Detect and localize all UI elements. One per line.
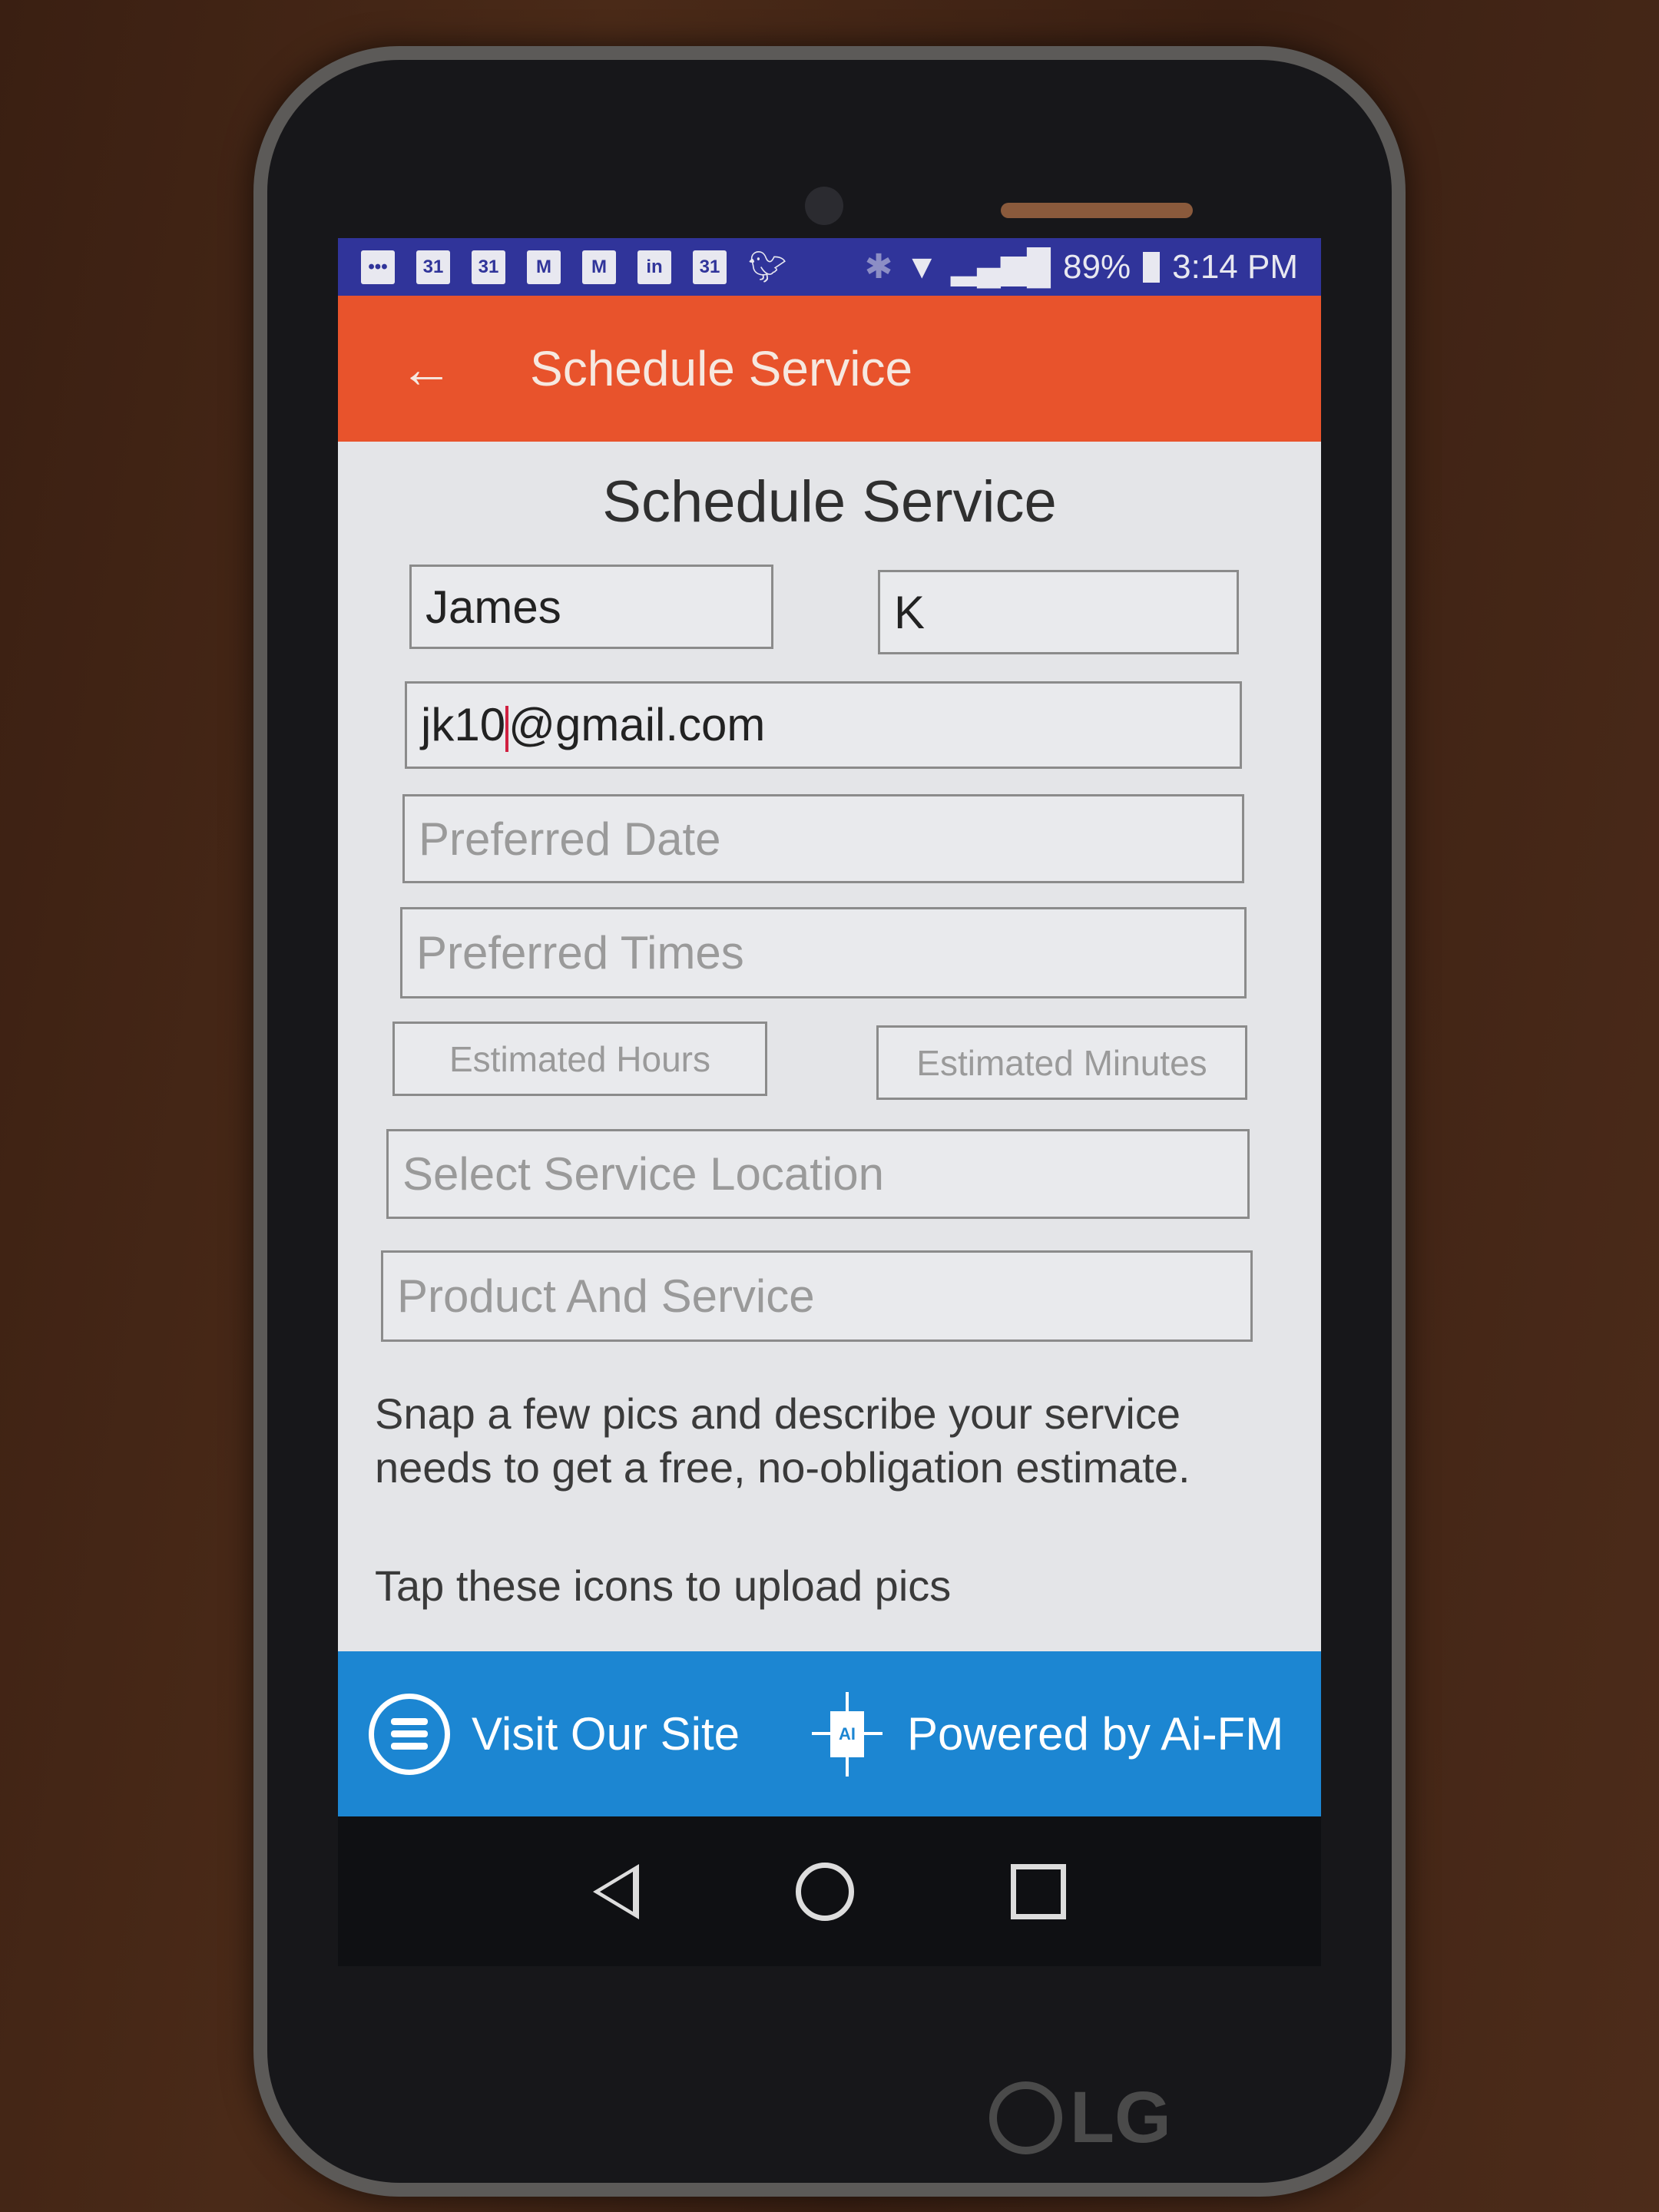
navigation-bar <box>338 1816 1321 1966</box>
gmail-icon: M <box>527 250 561 284</box>
estimate-description: Snap a few pics and describe your servic… <box>375 1389 1190 1492</box>
last-name-input[interactable]: K <box>878 570 1239 654</box>
app-bar-title: Schedule Service <box>530 341 913 396</box>
preferred-date-placeholder: Preferred Date <box>419 813 721 865</box>
service-location-placeholder: Select Service Location <box>402 1148 885 1200</box>
last-name-value: K <box>894 586 926 638</box>
email-input[interactable]: jk10@gmail.com <box>405 681 1242 769</box>
visit-site-label: Visit Our Site <box>472 1708 740 1760</box>
calendar-icon: 31 <box>693 250 727 284</box>
battery-icon <box>1143 251 1161 283</box>
powered-by-button[interactable]: AI Powered by Ai-FM <box>809 1691 1284 1777</box>
lg-logo: LG <box>989 2076 1171 2160</box>
gmail-icon: M <box>582 250 616 284</box>
bluetooth-icon: ✱ <box>864 248 893 286</box>
estimated-hours-input[interactable]: Estimated Hours <box>392 1022 767 1096</box>
home-nav-icon[interactable] <box>796 1862 854 1921</box>
twitter-icon: 🐦︎ <box>748 250 787 284</box>
powered-by-label: Powered by Ai-FM <box>907 1708 1284 1760</box>
calendar-icon: 31 <box>416 250 450 284</box>
service-location-select[interactable]: Select Service Location <box>386 1129 1250 1219</box>
estimated-minutes-placeholder: Estimated Minutes <box>916 1042 1207 1083</box>
preferred-date-input[interactable]: Preferred Date <box>402 794 1244 883</box>
footer-bar: Visit Our Site AI Powered by Ai-FM <box>338 1651 1321 1816</box>
upload-hint: Tap these icons to upload pics <box>375 1561 952 1610</box>
front-camera <box>805 187 843 225</box>
battery-percent: 89% <box>1063 247 1131 286</box>
estimated-minutes-input[interactable]: Estimated Minutes <box>876 1025 1247 1100</box>
clock: 3:14 PM <box>1172 247 1298 286</box>
back-arrow-icon[interactable]: ← <box>399 338 469 399</box>
status-bar: ••• 31 31 M M in 31 🐦︎ ✱ ▼ ▂▄▆█ 89% 3:14… <box>338 238 1321 296</box>
preferred-times-input[interactable]: Preferred Times <box>400 907 1247 998</box>
first-name-value: James <box>426 581 561 633</box>
linkedin-icon: in <box>637 250 671 284</box>
first-name-input[interactable]: James <box>409 565 773 649</box>
menu-icon <box>369 1693 450 1775</box>
earpiece-speaker <box>1001 203 1193 218</box>
email-value: jk10@gmail.com <box>421 699 766 752</box>
ai-chip-icon: AI <box>809 1691 886 1777</box>
app-bar: ← Schedule Service <box>338 296 1321 442</box>
product-service-select[interactable]: Product And Service <box>381 1250 1253 1342</box>
back-nav-icon[interactable] <box>593 1863 639 1919</box>
wifi-icon: ▼ <box>905 247 939 286</box>
estimated-hours-placeholder: Estimated Hours <box>449 1038 710 1079</box>
page-title: Schedule Service <box>602 469 1057 535</box>
preferred-times-placeholder: Preferred Times <box>416 927 744 979</box>
visit-site-button[interactable]: Visit Our Site <box>369 1693 740 1775</box>
more-icon: ••• <box>361 250 395 284</box>
calendar-icon: 31 <box>472 250 505 284</box>
phone-screen: ••• 31 31 M M in 31 🐦︎ ✱ ▼ ▂▄▆█ 89% 3:14… <box>338 238 1321 1966</box>
recents-nav-icon[interactable] <box>1011 1863 1066 1919</box>
signal-icon: ▂▄▆█ <box>951 248 1051 286</box>
product-service-placeholder: Product And Service <box>397 1270 815 1322</box>
